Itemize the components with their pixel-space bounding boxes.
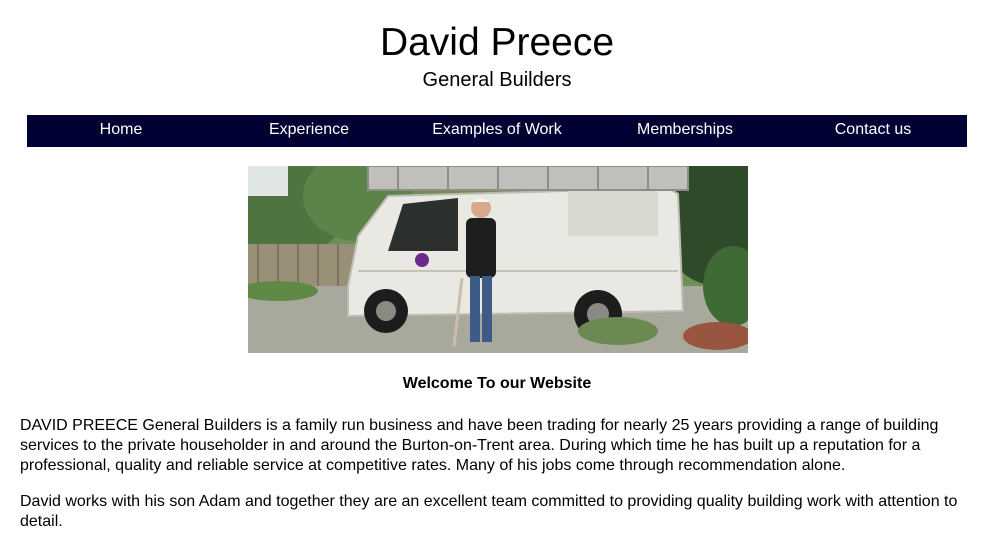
page: David Preece General Builders Home Exper… [0, 0, 992, 534]
nav-item-experience[interactable]: Experience [215, 115, 403, 147]
nav-item-home[interactable]: Home [27, 115, 215, 147]
main-nav: Home Experience Examples of Work Members… [27, 115, 967, 147]
nav-item-examples-of-work[interactable]: Examples of Work [403, 115, 591, 147]
nav-item-memberships[interactable]: Memberships [591, 115, 779, 147]
hero-image [248, 166, 748, 353]
welcome-heading: Welcome To our Website [402, 375, 592, 392]
team-paragraph: David works with his son Adam and togeth… [20, 493, 958, 530]
intro-paragraph: DAVID PREECE General Builders is a famil… [20, 417, 939, 474]
hero-photo-illustration [248, 166, 748, 353]
site-subtitle: General Builders [422, 69, 572, 91]
nav-item-contact-us[interactable]: Contact us [779, 115, 967, 147]
site-title: David Preece [379, 21, 615, 64]
